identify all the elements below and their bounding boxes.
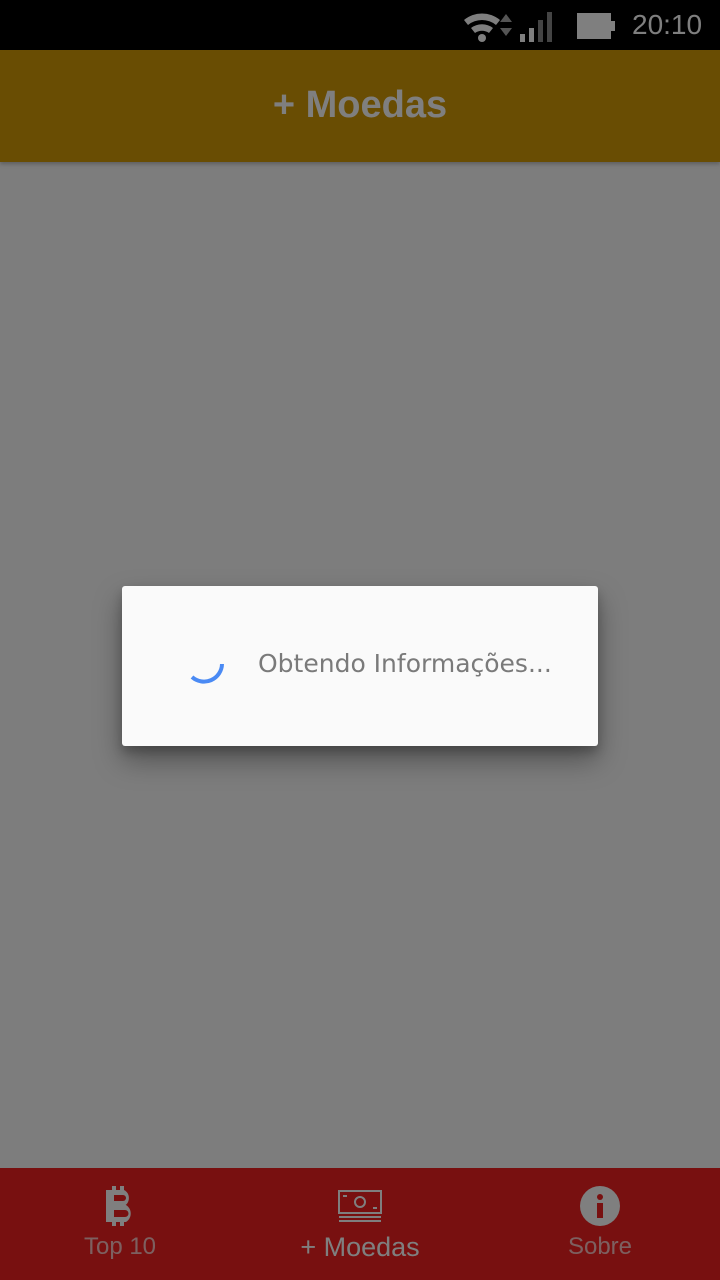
loading-spinner-icon [190, 663, 224, 684]
loading-dialog: Obtendo Informações... [122, 586, 598, 746]
loading-message: Obtendo Informações... [258, 649, 552, 678]
